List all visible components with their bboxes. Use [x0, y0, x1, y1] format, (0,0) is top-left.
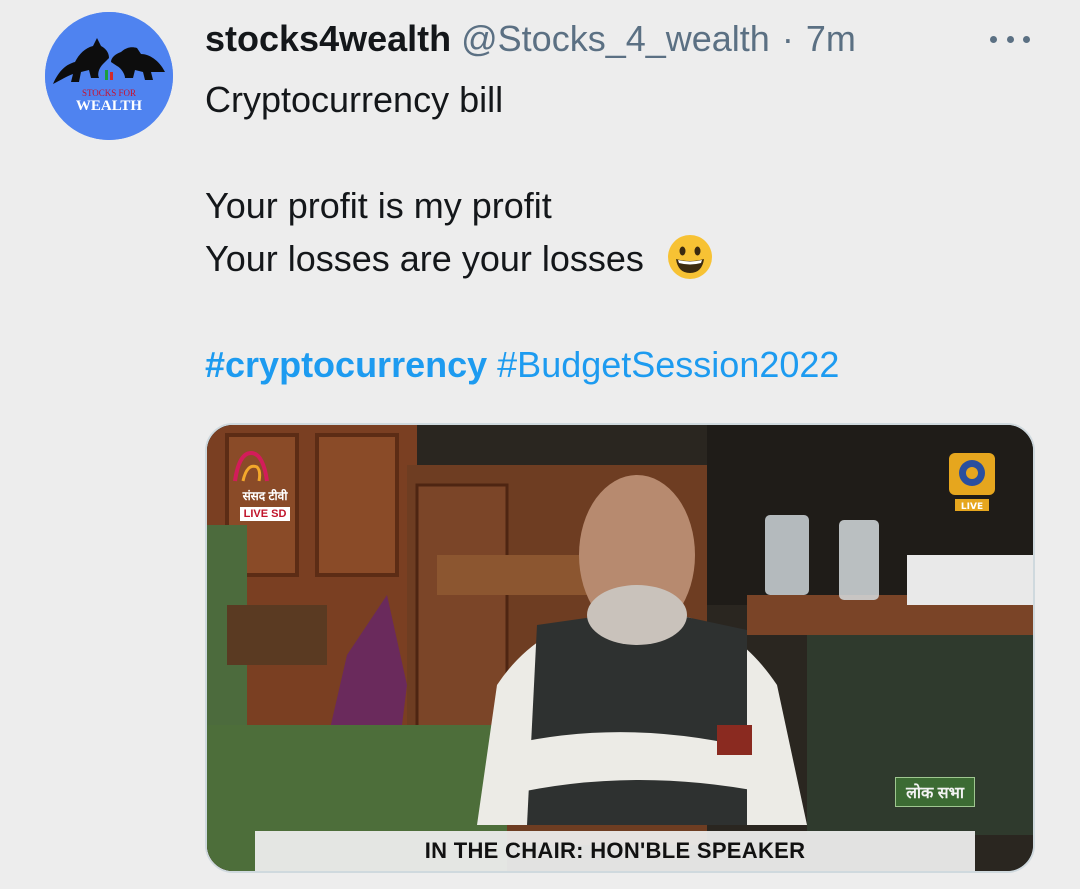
hashtag-budgetsession2022[interactable]: #BudgetSession2022 [497, 344, 839, 385]
sansad-tv-label: संसद टीवी [242, 489, 288, 503]
more-dot [1006, 35, 1014, 43]
author-avatar[interactable]: STOCKS FOR WEALTH [45, 12, 173, 140]
tweet-line: Your profit is my profit [205, 185, 552, 226]
lok-sabha-label: लोक सभा [895, 777, 975, 807]
quality-text: SD [271, 508, 287, 520]
bull-bear-logo-icon: STOCKS FOR WEALTH [45, 12, 173, 140]
live-badge: LIVE SD [239, 507, 291, 521]
hashtag-cryptocurrency[interactable]: #cryptocurrency [205, 344, 487, 385]
sansad-tv-logo: संसद टीवी LIVE SD [229, 447, 301, 537]
author-display-name[interactable]: stocks4wealth [205, 18, 451, 60]
tweet-line: Cryptocurrency bill [205, 79, 504, 120]
more-horizontal-icon[interactable] [990, 24, 1030, 54]
svg-text:WEALTH: WEALTH [76, 98, 142, 114]
hashtags: #cryptocurrency #BudgetSession2022 [205, 338, 839, 391]
live-text: LIVE [243, 508, 269, 520]
svg-text:STOCKS FOR: STOCKS FOR [82, 88, 136, 98]
dd-logo-icon: LIVE [949, 453, 995, 512]
tweet-timestamp[interactable]: 7m [806, 18, 856, 60]
image-caption: IN THE CHAIR: HON'BLE SPEAKER [255, 831, 975, 871]
tweet-line: Your losses are your losses [205, 238, 644, 279]
tweet-header: stocks4wealth @Stocks_4_wealth · 7m [205, 17, 856, 61]
more-dot [990, 35, 997, 43]
tweet-media-image[interactable]: संसद टीवी LIVE SD LIVE लोक सभा IN THE CH… [205, 423, 1035, 873]
more-dot [1023, 35, 1030, 43]
tweet-text: Cryptocurrency bill Your profit is my pr… [205, 73, 714, 285]
tweet-line-with-emoji: Your losses are your losses [205, 232, 714, 285]
sansad-tv-emblem-icon [233, 450, 269, 482]
svg-text:LIVE: LIVE [961, 502, 983, 512]
grinning-face-emoji-icon [667, 235, 712, 279]
dd-national-logo: LIVE [947, 451, 997, 515]
author-handle[interactable]: @Stocks_4_wealth [461, 18, 770, 60]
header-separator: · [781, 18, 794, 59]
